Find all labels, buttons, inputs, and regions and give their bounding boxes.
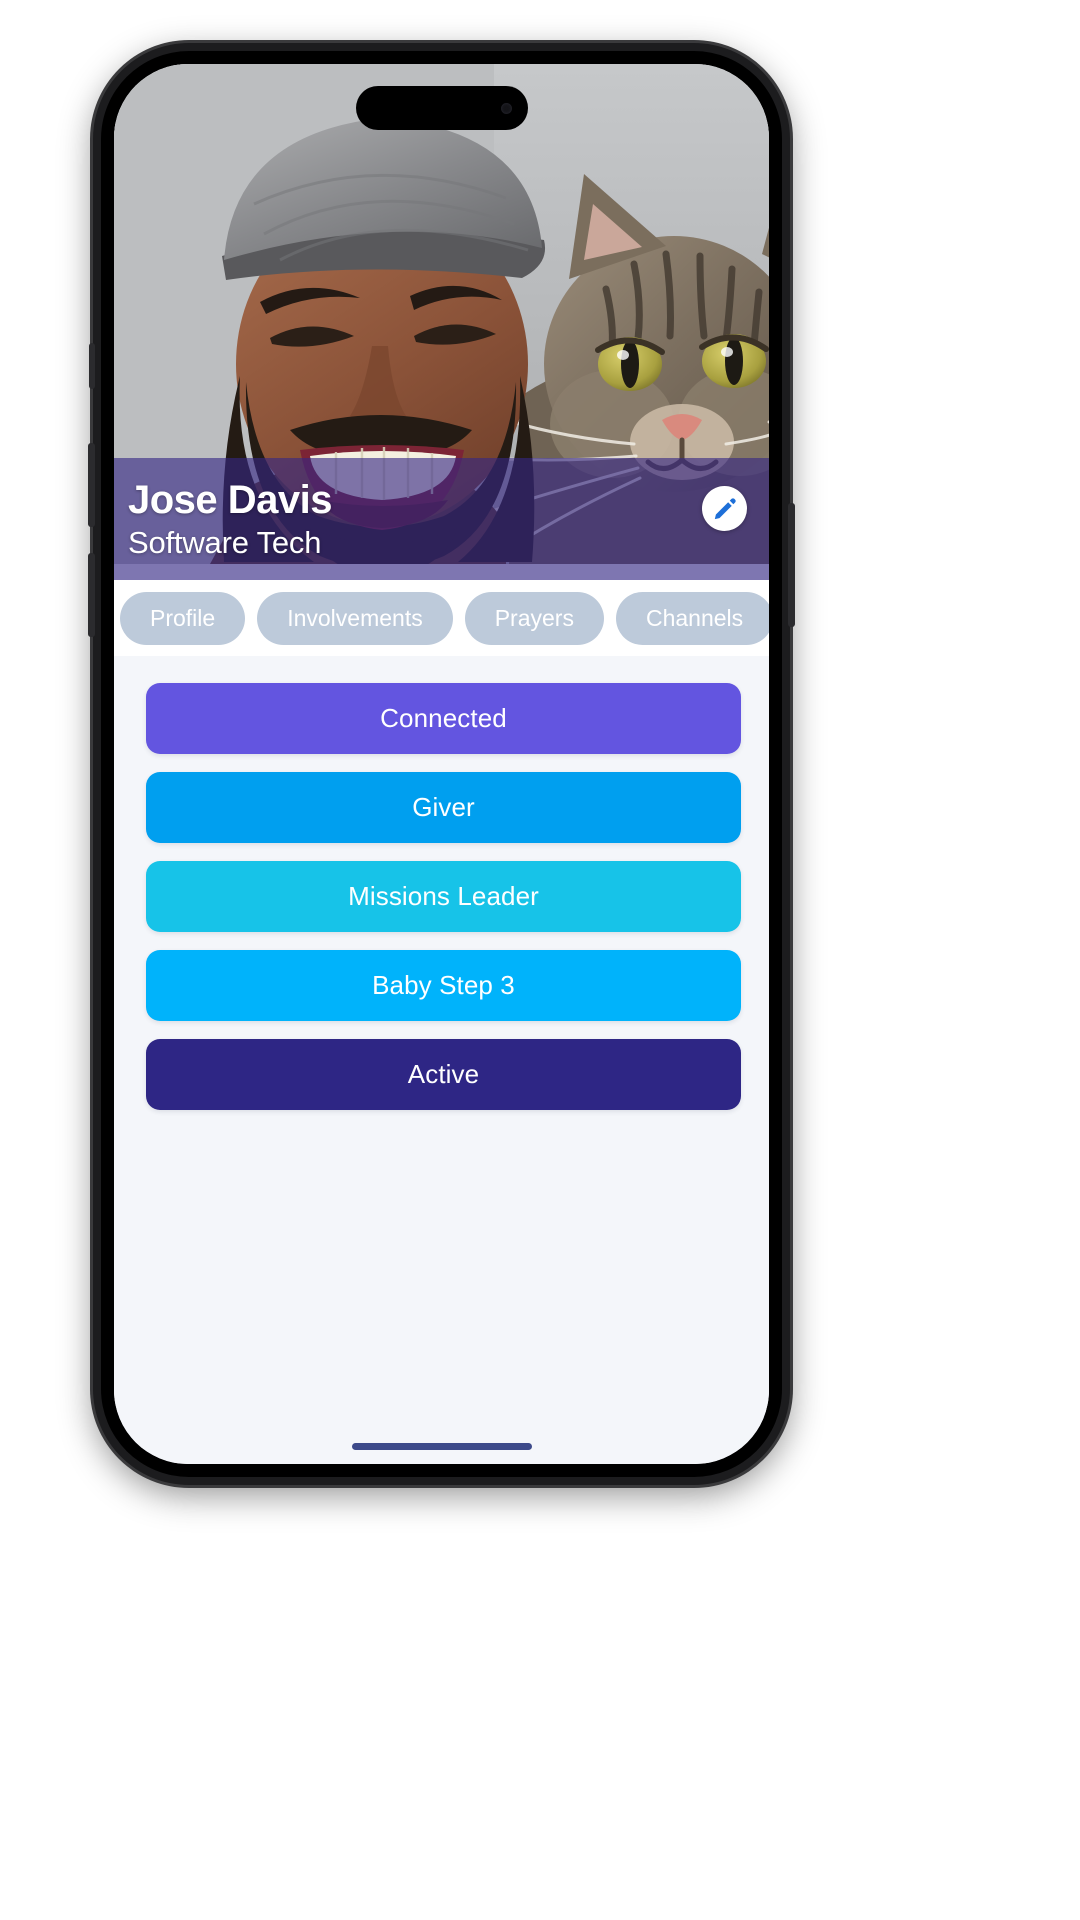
volume-up-button[interactable] [88,443,95,527]
profile-role: Software Tech [128,525,322,560]
tab-channels[interactable]: Channels [615,591,769,645]
status-badge[interactable]: Baby Step 3 [146,950,741,1021]
pencil-icon [714,497,736,519]
profile-name-band: Jose Davis Software Tech [114,458,769,580]
profile-name-block: Jose Davis Software Tech [114,478,333,560]
profile-content-area: Connected Giver Missions Leader Baby Ste… [114,656,769,1464]
power-button[interactable] [788,503,795,627]
profile-tab-bar[interactable]: Profile Involvements Prayers Channels [114,580,769,656]
edit-profile-button[interactable] [702,486,747,531]
status-badge-list: Connected Giver Missions Leader Baby Ste… [114,683,769,1110]
front-camera-icon [500,102,512,114]
silent-switch[interactable] [89,343,95,389]
screenshot-canvas: Jose Davis Software Tech Profile Involve… [0,0,1080,1920]
phone-screen: Jose Davis Software Tech Profile Involve… [114,64,769,1464]
tab-prayers[interactable]: Prayers [464,591,604,645]
phone-device-frame: Jose Davis Software Tech Profile Involve… [88,43,795,1485]
status-badge[interactable]: Giver [146,772,741,843]
status-badge[interactable]: Active [146,1039,741,1110]
status-badge[interactable]: Connected [146,683,741,754]
dynamic-island [355,86,528,130]
volume-down-button[interactable] [88,553,95,637]
home-indicator[interactable] [351,1443,532,1450]
tab-involvements[interactable]: Involvements [257,591,453,645]
status-badge[interactable]: Missions Leader [146,861,741,932]
tab-profile[interactable]: Profile [120,591,246,645]
page-title: Jose Davis [128,478,333,522]
